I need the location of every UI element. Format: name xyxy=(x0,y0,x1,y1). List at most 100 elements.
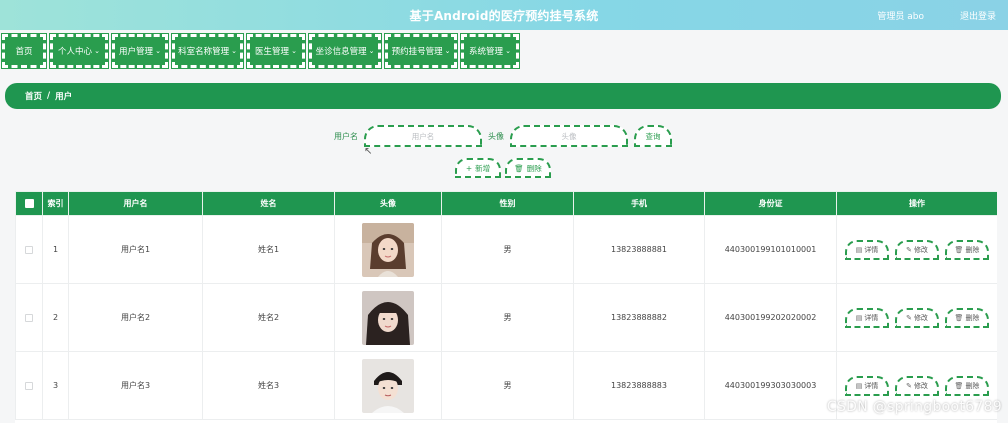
phone-cell: 13823888881 xyxy=(573,215,705,284)
avatar-search-input[interactable]: 头像 xyxy=(510,125,628,147)
select-all-checkbox[interactable] xyxy=(24,199,34,208)
nav-item-consultation-management[interactable]: 坐诊信息管理 ⌄ xyxy=(308,33,382,69)
avatar-cell xyxy=(334,283,442,352)
chevron-down-icon: ⌄ xyxy=(291,47,297,55)
avatar-label: 头像 xyxy=(488,132,504,141)
column-header: 姓名 xyxy=(202,191,335,216)
breadcrumb: 首页 / 用户 xyxy=(5,83,1001,109)
logout-link[interactable]: 退出登录 xyxy=(960,9,996,22)
nav-label: 个人中心 xyxy=(58,47,93,57)
actions-cell: ▤ 详情 ✎ 修改 🗑 删除 xyxy=(836,283,997,352)
avatar xyxy=(362,222,414,277)
nav-label: 系统管理 xyxy=(469,47,504,57)
document-icon: ▤ xyxy=(855,381,863,390)
plus-icon: + xyxy=(465,163,473,173)
id-card-cell: 440300199303030003 xyxy=(704,351,837,420)
chevron-down-icon: ⌄ xyxy=(94,47,100,55)
row-checkbox[interactable] xyxy=(25,245,33,254)
chevron-down-icon: ⌄ xyxy=(444,47,451,55)
delete-label: 删除 xyxy=(965,381,980,390)
nav-item-appointment-management[interactable]: 预约挂号管理 ⌄ xyxy=(384,33,458,69)
select-all-header[interactable] xyxy=(15,191,43,216)
trash-icon: 🗑 xyxy=(954,381,964,390)
main-nav: 首页 个人中心 ⌄ 用户管理 ⌄ 科室名称管理 ⌄ 医生管理 ⌄ 坐诊信息管理 ⌄ 预约挂… xyxy=(1,33,520,69)
table-header-row: 索引 用户名 姓名 头像 性别 手机 身份证 操作 xyxy=(15,191,997,216)
top-bar: 基于Android的医疗预约挂号系统 管理员 abo 退出登录 xyxy=(0,0,1008,30)
edit-button[interactable]: ✎ 修改 xyxy=(895,239,939,260)
detail-button[interactable]: ▤ 详情 xyxy=(845,307,889,328)
pencil-icon: ✎ xyxy=(906,381,912,390)
nav-label: 坐诊信息管理 xyxy=(315,47,367,57)
table-row: 1 用户名1 姓名1 男 13823888881 440300199101010… xyxy=(15,215,997,284)
query-label: 查询 xyxy=(645,131,661,141)
document-icon: ▤ xyxy=(855,245,863,254)
name-cell: 姓名1 xyxy=(202,215,335,284)
edit-button[interactable]: ✎ 修改 xyxy=(895,307,939,328)
nav-label: 用户管理 xyxy=(119,47,154,57)
detail-button[interactable]: ▤ 详情 xyxy=(845,239,889,260)
edit-label: 修改 xyxy=(913,245,928,254)
bulk-delete-button[interactable]: 🗑 删除 xyxy=(505,158,551,178)
nav-label: 首页 xyxy=(15,47,33,57)
delete-label: 删除 xyxy=(965,245,980,254)
query-button[interactable]: 查询 xyxy=(634,125,672,147)
gender-cell: 男 xyxy=(441,283,574,352)
detail-label: 详情 xyxy=(864,245,879,254)
column-header: 身份证 xyxy=(704,191,837,216)
delete-button[interactable]: 🗑 删除 xyxy=(945,375,989,396)
actions-cell: ▤ 详情 ✎ 修改 🗑 删除 xyxy=(836,215,997,284)
nav-label: 预约挂号管理 xyxy=(391,47,443,57)
avatar-cell xyxy=(334,351,442,420)
username-cell: 用户名3 xyxy=(68,351,203,420)
column-header: 用户名 xyxy=(68,191,203,216)
edit-label: 修改 xyxy=(913,381,928,390)
row-checkbox[interactable] xyxy=(25,381,33,390)
nav-item-user-management[interactable]: 用户管理 ⌄ xyxy=(111,33,169,69)
nav-item-department-management[interactable]: 科室名称管理 ⌄ xyxy=(171,33,244,69)
nav-item-home[interactable]: 首页 xyxy=(1,33,47,69)
current-user: 管理员 abo xyxy=(877,12,924,22)
row-select-cell xyxy=(15,283,43,352)
detail-label: 详情 xyxy=(864,313,879,322)
index-cell: 2 xyxy=(42,283,69,352)
nav-label: 医生管理 xyxy=(255,47,290,57)
avatar xyxy=(362,358,414,413)
edit-button[interactable]: ✎ 修改 xyxy=(895,375,939,396)
trash-icon: 🗑 xyxy=(954,313,964,322)
add-button[interactable]: + 新增 xyxy=(455,158,501,178)
column-header: 索引 xyxy=(42,191,69,216)
breadcrumb-home[interactable]: 首页 xyxy=(25,90,42,102)
detail-label: 详情 xyxy=(864,381,879,390)
bulk-delete-label: 删除 xyxy=(526,163,542,173)
id-card-cell: 440300199101010001 xyxy=(704,215,837,284)
edit-label: 修改 xyxy=(913,313,928,322)
nav-item-doctor-management[interactable]: 医生管理 ⌄ xyxy=(246,33,306,69)
breadcrumb-current: 用户 xyxy=(55,92,73,102)
page: 基于Android的医疗预约挂号系统 管理员 abo 退出登录 首页 个人中心 ⌄… xyxy=(0,0,1008,423)
nav-item-system-management[interactable]: 系统管理 ⌄ xyxy=(460,33,520,69)
index-cell: 1 xyxy=(42,215,69,284)
id-card-cell: 440300199202020002 xyxy=(704,283,837,352)
add-label: 新增 xyxy=(475,163,491,173)
trash-icon: 🗑 xyxy=(954,245,964,254)
row-select-cell xyxy=(15,215,43,284)
nav-item-personal-center[interactable]: 个人中心 ⌄ xyxy=(49,33,109,69)
avatar-cell xyxy=(334,215,442,284)
pencil-icon: ✎ xyxy=(906,245,912,254)
gender-cell: 男 xyxy=(441,351,574,420)
delete-button[interactable]: 🗑 删除 xyxy=(945,239,989,260)
row-checkbox[interactable] xyxy=(25,313,33,322)
index-cell: 3 xyxy=(42,351,69,420)
trash-icon: 🗑 xyxy=(514,163,524,173)
chevron-down-icon: ⌄ xyxy=(505,47,511,55)
watermark: CSDN @springboot6789 xyxy=(826,399,1002,415)
username-search-input[interactable]: 用户名 xyxy=(364,125,482,147)
delete-label: 删除 xyxy=(965,313,980,322)
nav-label: 科室名称管理 xyxy=(178,47,230,57)
table-row: 2 用户名2 姓名2 男 13823888882 440300199202020… xyxy=(15,283,997,352)
name-cell: 姓名3 xyxy=(202,351,335,420)
document-icon: ▤ xyxy=(855,313,863,322)
username-cell: 用户名1 xyxy=(68,215,203,284)
detail-button[interactable]: ▤ 详情 xyxy=(845,375,889,396)
delete-button[interactable]: 🗑 删除 xyxy=(945,307,989,328)
